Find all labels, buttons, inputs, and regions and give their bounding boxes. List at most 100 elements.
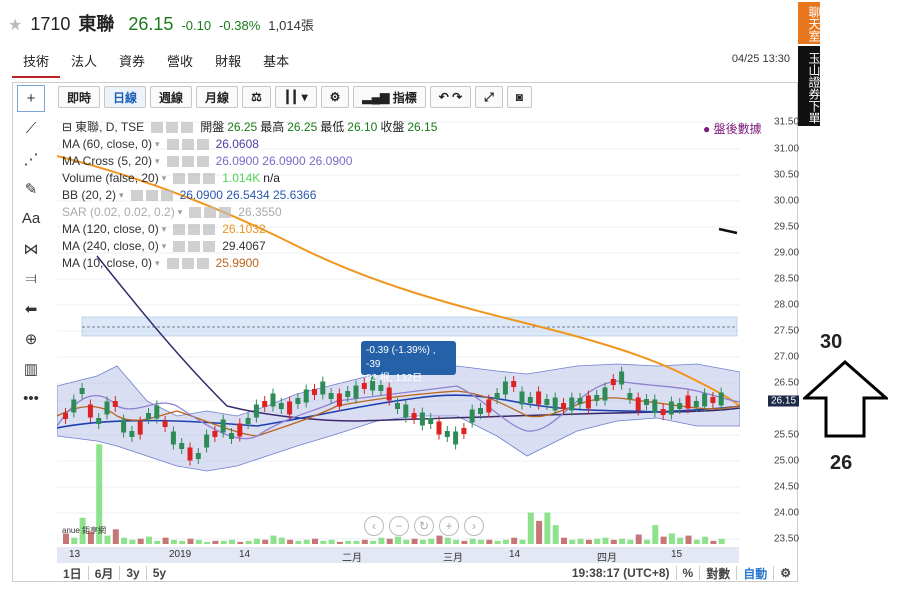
legend-main: ⊟ 東聯, D, TSE 開盤 26.25 最高 26.25 最低 26.10 … (62, 119, 437, 136)
dropdown-caret-icon[interactable]: ▾ (155, 255, 160, 272)
compare-icon[interactable]: ⚖ (242, 86, 271, 108)
chart-type-icon[interactable]: ┃┃ ▾ (274, 86, 317, 108)
legend-controls[interactable] (166, 258, 209, 269)
indicators-button[interactable]: ▂▄▆ 指標 (353, 86, 426, 108)
range-3y[interactable]: 3y (120, 566, 145, 580)
volume-bar (146, 536, 152, 544)
monthly-button[interactable]: 月線 (196, 86, 239, 108)
tab-revenue[interactable]: 營收 (156, 48, 204, 78)
volume-bar (353, 540, 360, 544)
volume-bar (594, 538, 601, 544)
legend-main-name: 東聯, D, TSE (75, 120, 145, 134)
dropdown-caret-icon[interactable]: ▾ (162, 221, 167, 238)
chat-room-tab[interactable]: 聊天室 (798, 2, 821, 44)
camera-icon[interactable]: ◙ (506, 86, 533, 108)
legend-controls[interactable] (173, 224, 216, 235)
percent-toggle[interactable]: % (677, 566, 700, 580)
range-tooltip: -0.39 (-1.39%) , -39 82 根, 132日 (361, 341, 456, 384)
volume-bar (63, 533, 69, 544)
scroll-left-icon[interactable]: ‹ (364, 516, 384, 536)
legend-controls[interactable] (166, 156, 209, 167)
legend-indicator-name: MA (60, close, 0) (62, 137, 153, 151)
y-axis: 31.50 31.00 30.50 30.00 29.50 29.00 28.50 28.00… (740, 116, 800, 546)
dropdown-caret-icon[interactable]: ▾ (162, 238, 167, 255)
legend-indicator-name: MA (240, close, 0) (62, 239, 159, 253)
favorite-star-icon[interactable]: ★ (8, 15, 22, 35)
fib-tool-icon[interactable]: ⋰ (17, 145, 45, 172)
dropdown-caret-icon[interactable]: ▾ (155, 136, 160, 153)
indicator-legend: ⊟ 東聯, D, TSE 開盤 26.25 最高 26.25 最低 26.10 … (62, 119, 437, 272)
tab-basic[interactable]: 基本 (252, 48, 300, 78)
volume-bar (436, 535, 443, 544)
legend-controls[interactable] (173, 241, 216, 252)
volume-bar (187, 538, 194, 544)
y-tick-label: 26.50 (774, 377, 800, 389)
text-tool-icon[interactable]: Aa (17, 205, 45, 232)
volume-bar (237, 541, 244, 544)
tab-technical[interactable]: 技術 (12, 48, 61, 78)
tab-financials[interactable]: 財報 (204, 48, 252, 78)
weekly-button[interactable]: 週線 (150, 86, 193, 108)
reset-icon[interactable]: ↻ (414, 516, 434, 536)
volume-bar (112, 529, 119, 544)
y-tick-label: 31.50 (774, 116, 800, 128)
volume-bar (229, 539, 235, 544)
close-label: 收盤 (380, 120, 405, 134)
range-6m[interactable]: 6月 (89, 565, 120, 582)
pattern-tool-icon[interactable]: ⋈ (17, 235, 45, 262)
dropdown-caret-icon[interactable]: ▾ (178, 204, 183, 221)
dropdown-caret-icon[interactable]: ▾ (155, 153, 160, 170)
settings-gear-icon[interactable]: ⚙ (320, 86, 350, 108)
y-tick-label: 29.00 (774, 247, 800, 259)
zoom-out-icon[interactable]: − (389, 516, 409, 536)
volume-bar (644, 539, 650, 544)
dropdown-caret-icon[interactable]: ▾ (162, 170, 167, 187)
tab-margin[interactable]: 資券 (108, 48, 156, 78)
more-icon[interactable]: ••• (17, 385, 45, 412)
y-tick-label: 27.50 (774, 325, 800, 337)
volume-bar (652, 525, 659, 544)
y-tick-label: 25.00 (774, 455, 800, 467)
y-tick-label: 27.00 (774, 351, 800, 363)
daily-button[interactable]: 日線 (104, 86, 147, 108)
log-toggle[interactable]: 對數 (700, 565, 736, 582)
volume-bar (262, 539, 269, 544)
current-price-tag: 26.15 (768, 395, 800, 407)
intraday-button[interactable]: 即時 (58, 86, 101, 108)
trend-line-icon[interactable]: ⟋ (17, 115, 45, 142)
brush-icon[interactable]: ✎ (17, 175, 45, 202)
undo-redo-icons[interactable]: ↶ ↷ (429, 86, 472, 108)
crosshair-icon[interactable]: + (17, 85, 45, 112)
legend-indicator-value: 26.3550 (238, 205, 282, 219)
broker-order-tab[interactable]: 玉山證券下單 (798, 46, 821, 126)
dropdown-caret-icon[interactable]: ▾ (119, 187, 124, 204)
legend-row: Volume (false, 20) ▾ 1.014K n/a (62, 170, 437, 187)
volume-bar (610, 539, 617, 544)
legend-indicator-value: 1.014K (222, 171, 261, 185)
legend-controls[interactable] (166, 139, 209, 150)
chart-nav-buttons: ‹ − ↻ + › (364, 516, 484, 536)
volume-bar (544, 512, 551, 544)
legend-row: SAR (0.02, 0.02, 0.2) ▾ 26.3550 (62, 204, 437, 221)
tab-institutional[interactable]: 法人 (60, 48, 108, 78)
legend-controls[interactable] (173, 173, 216, 184)
legend-indicator-name: MA (120, close, 0) (62, 222, 159, 236)
collapse-icon[interactable]: ⊟ (62, 119, 72, 136)
x-axis: 13 2019 14 二月 三月 14 四月 15 (57, 547, 739, 564)
legend-controls[interactable] (189, 207, 232, 218)
measure-tool-icon[interactable]: ⫤ (17, 265, 45, 292)
volume-profile-icon[interactable]: ▥ (17, 355, 45, 382)
settings-icon[interactable]: ⚙ (774, 566, 797, 580)
zoom-in-nav-icon[interactable]: + (439, 516, 459, 536)
legend-controls[interactable] (130, 190, 173, 201)
legend-indicator-value: 26.1032 (222, 222, 266, 236)
range-5y[interactable]: 5y (147, 566, 172, 580)
fullscreen-icon[interactable]: ⤢ (475, 86, 503, 108)
range-1d[interactable]: 1日 (57, 565, 88, 582)
auto-toggle[interactable]: 自動 (737, 565, 773, 582)
zoom-in-icon[interactable]: ⊕ (17, 325, 45, 352)
arrow-left-icon[interactable]: ⬅ (17, 295, 45, 322)
y-tick-label: 23.50 (774, 533, 800, 545)
legend-controls[interactable] (151, 122, 194, 133)
scroll-right-icon[interactable]: › (464, 516, 484, 536)
